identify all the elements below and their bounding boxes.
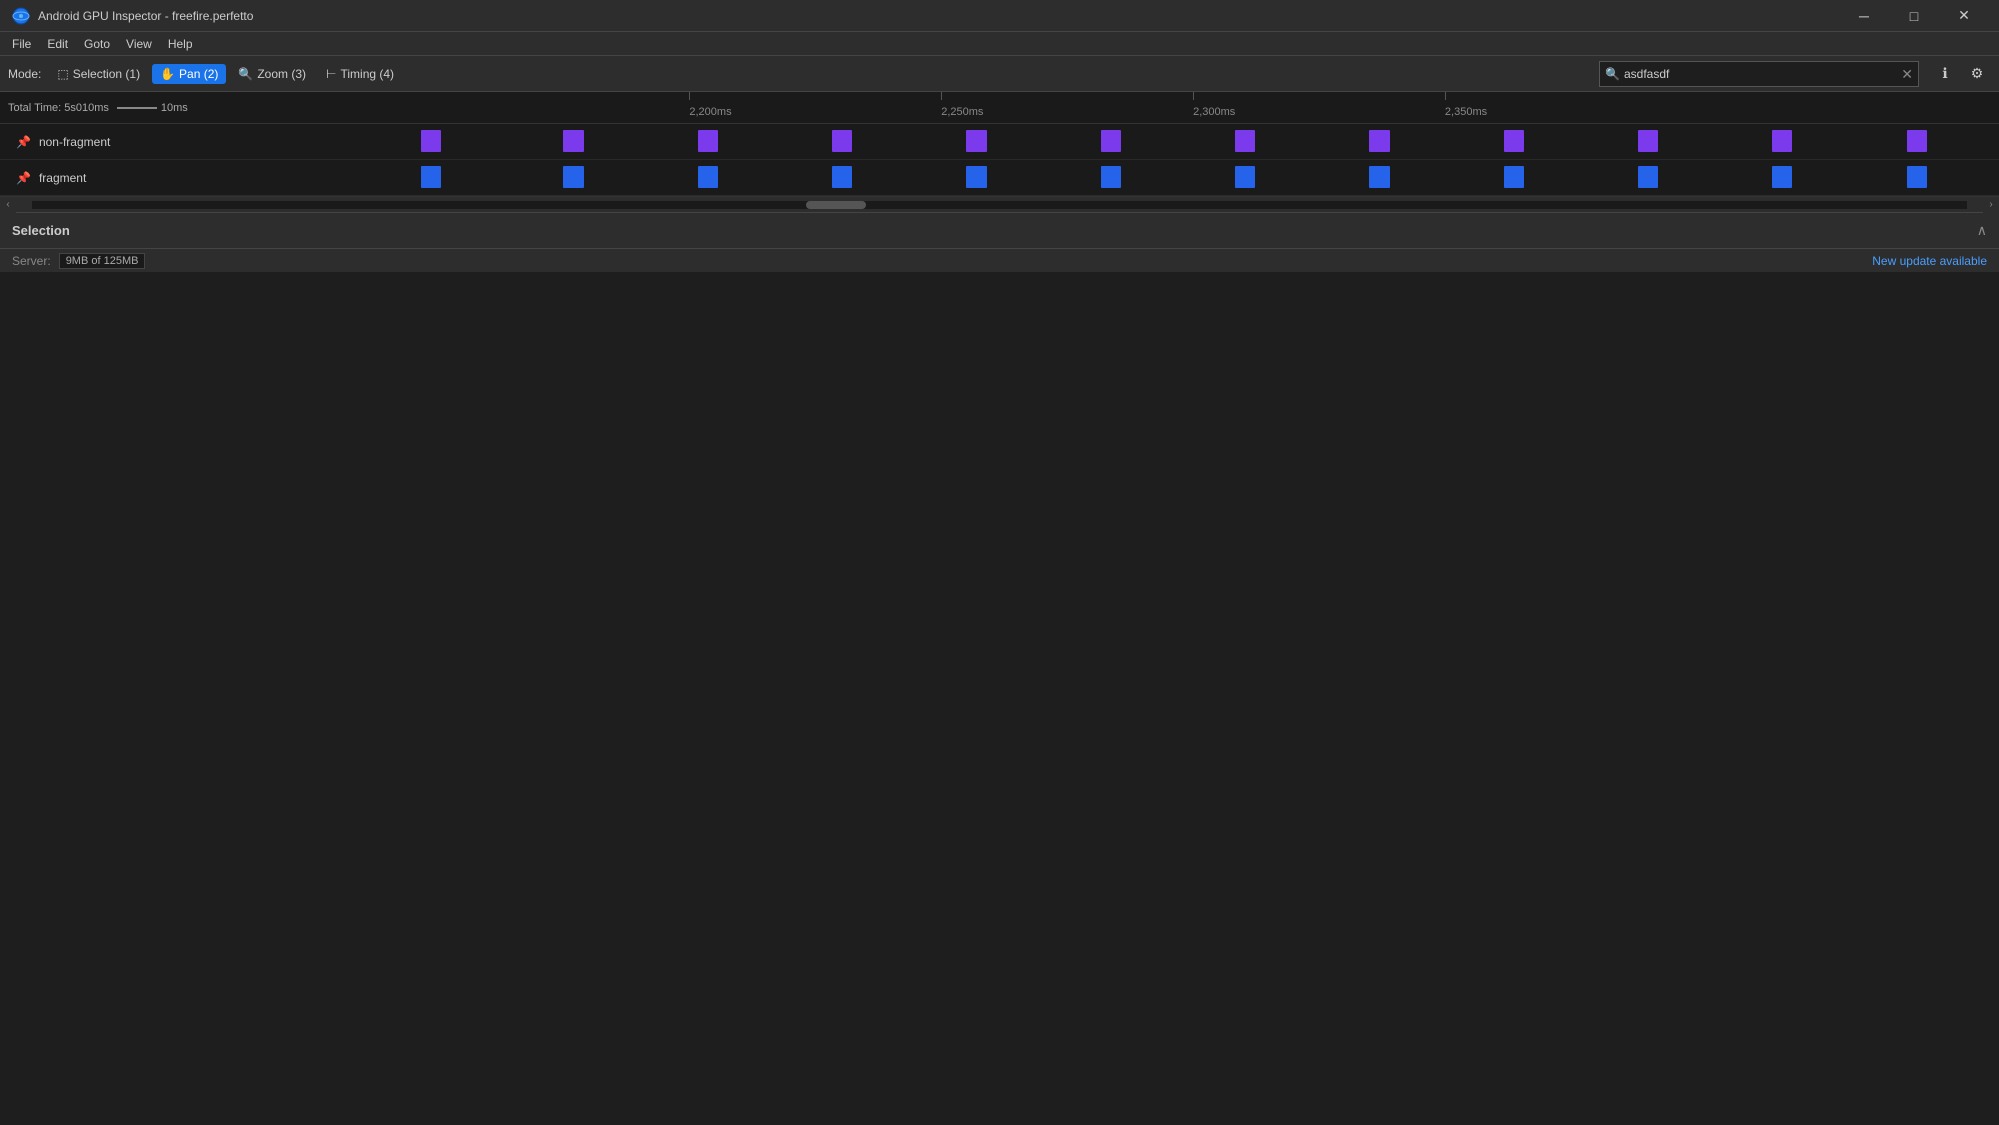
block: [421, 130, 441, 152]
pin-icon-non-fragment: 📌: [16, 135, 31, 149]
ruler-tick-2300: 2,300ms: [1193, 92, 1235, 123]
search-container: 🔍 ✕: [1599, 61, 1919, 87]
scale-value: 10ms: [161, 102, 188, 114]
mode-pan-label: Pan (2): [179, 67, 218, 81]
scrollbar-thumb[interactable]: [806, 201, 866, 209]
scrollbar-track[interactable]: [32, 201, 1967, 209]
pin-icon-fragment: 📌: [16, 171, 31, 185]
block: [1235, 130, 1255, 152]
scale-line: [117, 107, 157, 109]
menu-edit[interactable]: Edit: [39, 32, 76, 55]
mode-bar: Mode: ⬚ Selection (1) ✋ Pan (2) 🔍 Zoom (…: [0, 56, 1999, 92]
scale-indicator: 10ms: [117, 102, 188, 114]
menu-goto[interactable]: Goto: [76, 32, 118, 55]
block: [1907, 166, 1927, 188]
ruler-tick-label: 2,250ms: [941, 106, 983, 118]
block: [966, 130, 986, 152]
app-icon: [12, 7, 30, 25]
zoom-icon: 🔍: [238, 67, 253, 81]
block: [698, 130, 718, 152]
search-icon: 🔍: [1605, 67, 1620, 81]
timing-icon: ⊢: [326, 67, 336, 81]
menu-bar: File Edit Goto View Help: [0, 32, 1999, 56]
track-non-fragment-label: 📌 non-fragment: [0, 135, 320, 149]
server-label: Server:: [12, 254, 51, 268]
server-info: Server: 9MB of 125MB: [12, 253, 145, 269]
ruler-tick-label: 2,200ms: [689, 106, 731, 118]
maximize-button[interactable]: □: [1891, 0, 1937, 32]
mode-timing[interactable]: ⊢ Timing (4): [318, 64, 402, 84]
block: [1638, 130, 1658, 152]
block: [1772, 166, 1792, 188]
non-fragment-name: non-fragment: [39, 135, 110, 149]
selection-title: Selection: [12, 223, 70, 238]
block: [1907, 130, 1927, 152]
selection-icon: ⬚: [57, 67, 68, 81]
track-non-fragment[interactable]: 📌 non-fragment: [0, 124, 1999, 160]
track-fragment-label: 📌 fragment: [0, 171, 320, 185]
track-non-fragment-content[interactable]: [320, 124, 1999, 159]
ruler-tick-2250: 2,250ms: [941, 92, 983, 123]
block: [1369, 166, 1389, 188]
selection-header: Selection: [12, 223, 70, 238]
track-fragment[interactable]: 📌 fragment: [0, 160, 1999, 196]
settings-button[interactable]: ⚙: [1963, 60, 1991, 88]
block: [421, 166, 441, 188]
mode-zoom-label: Zoom (3): [257, 67, 306, 81]
minimize-button[interactable]: ─: [1841, 0, 1887, 32]
block: [966, 166, 986, 188]
total-time-label: Total Time: 5s010ms: [8, 102, 109, 114]
block: [698, 166, 718, 188]
close-button[interactable]: ✕: [1941, 0, 1987, 32]
search-clear-button[interactable]: ✕: [1901, 67, 1913, 81]
mode-timing-label: Timing (4): [340, 67, 394, 81]
scroll-left-button[interactable]: ‹: [0, 197, 16, 213]
block: [1101, 130, 1121, 152]
block: [832, 130, 852, 152]
ruler-tick-label: 2,300ms: [1193, 106, 1235, 118]
update-link[interactable]: New update available: [1872, 254, 1987, 268]
block: [563, 166, 583, 188]
mode-pan[interactable]: ✋ Pan (2): [152, 64, 226, 84]
ruler-tick-label: 2,350ms: [1445, 106, 1487, 118]
block: [1772, 130, 1792, 152]
mode-selection-label: Selection (1): [73, 67, 140, 81]
window-title: Android GPU Inspector - freefire.perfett…: [38, 9, 1841, 23]
header-icons: ℹ ⚙: [1931, 60, 1991, 88]
collapse-button[interactable]: ∧: [1977, 222, 1987, 239]
selection-panel: Selection ∧: [0, 212, 1999, 248]
pan-icon: ✋: [160, 67, 175, 81]
server-value: 9MB of 125MB: [59, 253, 146, 269]
mode-selection[interactable]: ⬚ Selection (1): [49, 64, 148, 84]
block: [1235, 166, 1255, 188]
block: [1638, 166, 1658, 188]
block: [1504, 130, 1524, 152]
track-fragment-content[interactable]: [320, 160, 1999, 195]
scroll-right-button[interactable]: ›: [1983, 197, 1999, 213]
window-controls: ─ □ ✕: [1841, 0, 1987, 32]
timeline-info: Total Time: 5s010ms 10ms: [0, 102, 320, 114]
block: [1504, 166, 1524, 188]
info-button[interactable]: ℹ: [1931, 60, 1959, 88]
timeline-ruler: 2,200ms 2,250ms 2,300ms 2,350ms: [320, 92, 1999, 123]
timeline-header: Total Time: 5s010ms 10ms 2,200ms 2,250ms…: [0, 92, 1999, 124]
block: [1369, 130, 1389, 152]
mode-label: Mode:: [8, 67, 41, 81]
mode-zoom[interactable]: 🔍 Zoom (3): [230, 64, 314, 84]
menu-file[interactable]: File: [4, 32, 39, 55]
title-bar: Android GPU Inspector - freefire.perfett…: [0, 0, 1999, 32]
block: [832, 166, 852, 188]
status-bar: Server: 9MB of 125MB New update availabl…: [0, 248, 1999, 272]
block: [563, 130, 583, 152]
ruler-tick-2200: 2,200ms: [689, 92, 731, 123]
search-input[interactable]: [1599, 61, 1919, 87]
horizontal-scrollbar[interactable]: ‹ ›: [0, 196, 1999, 212]
ruler-tick-2350: 2,350ms: [1445, 92, 1487, 123]
menu-view[interactable]: View: [118, 32, 160, 55]
block: [1101, 166, 1121, 188]
menu-help[interactable]: Help: [160, 32, 201, 55]
fragment-name: fragment: [39, 171, 86, 185]
